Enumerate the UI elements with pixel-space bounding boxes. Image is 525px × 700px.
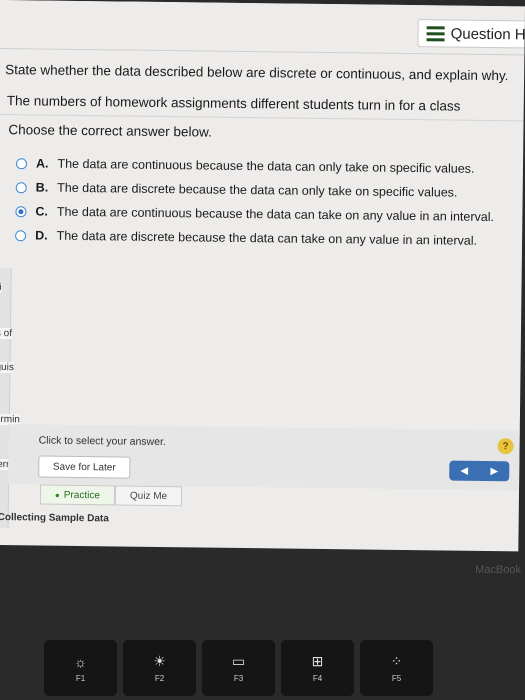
tab-practice[interactable]: Practice <box>39 484 116 506</box>
help-icon[interactable]: ? <box>497 438 514 455</box>
launchpad-icon: ⊞ <box>311 653 324 669</box>
option-letter: A. <box>35 156 49 171</box>
sidebar-fragment: guis <box>0 361 14 374</box>
next-arrow-icon[interactable]: ▶ <box>490 466 498 477</box>
left-panel <box>0 267 12 529</box>
prev-arrow-icon[interactable]: ◀ <box>460 465 468 476</box>
key-label: F5 <box>391 674 402 683</box>
radio-button-selected[interactable] <box>15 205 27 217</box>
key-label: F3 <box>233 674 244 683</box>
question-scenario: The numbers of homework assignments diff… <box>6 93 461 114</box>
keyboard-light-down-icon: ⁘ <box>390 653 403 669</box>
mode-tabs: Practice Quiz Me <box>39 484 183 507</box>
option-text: The data are continuous because the data… <box>57 156 475 176</box>
radio-button[interactable] <box>15 157 28 169</box>
function-key-row: ☼ F1 ☀ F2 ▭ F3 ⊞ F4 ⁘ F5 <box>0 640 525 700</box>
option-a[interactable]: A. The data are continuous because the d… <box>15 156 475 176</box>
list-icon <box>426 25 445 41</box>
option-b[interactable]: B. The data are discrete because the dat… <box>15 180 458 200</box>
radio-button[interactable] <box>15 181 27 193</box>
option-letter: B. <box>35 180 49 195</box>
mission-control-icon: ▭ <box>231 653 246 669</box>
option-text: The data are discrete because the data c… <box>57 180 458 200</box>
divider <box>0 113 524 122</box>
sidebar-fragment: ti <box>0 281 2 294</box>
brightness-up-icon: ☀ <box>153 653 166 669</box>
key-f3[interactable]: ▭ F3 <box>202 640 275 696</box>
option-d[interactable]: D. The data are discrete because the dat… <box>15 228 477 248</box>
key-label: F4 <box>312 674 323 683</box>
key-f4[interactable]: ⊞ F4 <box>281 640 354 696</box>
option-c[interactable]: C. The data are continuous because the d… <box>15 204 494 224</box>
option-letter: D. <box>35 228 48 243</box>
browser-screen: Question He State whether the data descr… <box>0 0 525 552</box>
laptop-brand-label: MacBook <box>475 564 521 576</box>
tab-quiz-me[interactable]: Quiz Me <box>114 485 183 507</box>
key-label: F1 <box>75 673 86 683</box>
key-f5[interactable]: ⁘ F5 <box>360 640 433 696</box>
option-text: The data are continuous because the data… <box>56 204 495 225</box>
key-label: F2 <box>154 674 165 683</box>
question-nav[interactable]: ◀ ▶ <box>449 460 510 482</box>
question-help-label: Question He <box>450 25 525 44</box>
question-help-button[interactable]: Question He <box>417 19 525 49</box>
radio-button[interactable] <box>15 229 27 241</box>
section-title: Collecting Sample Data <box>0 512 109 525</box>
option-letter: C. <box>35 204 49 219</box>
sidebar-fragment: s of <box>0 327 13 340</box>
option-text: The data are discrete because the data c… <box>56 228 478 248</box>
answer-instruction: Choose the correct answer below. <box>8 122 212 140</box>
brightness-down-icon: ☼ <box>74 653 87 670</box>
top-bar: Question He <box>0 0 525 55</box>
save-for-later-button[interactable]: Save for Later <box>38 455 131 479</box>
key-f1[interactable]: ☼ F1 <box>44 640 117 696</box>
key-f2[interactable]: ☀ F2 <box>123 640 196 696</box>
click-hint: Click to select your answer. <box>38 434 166 449</box>
question-prompt: State whether the data described below a… <box>5 62 509 84</box>
